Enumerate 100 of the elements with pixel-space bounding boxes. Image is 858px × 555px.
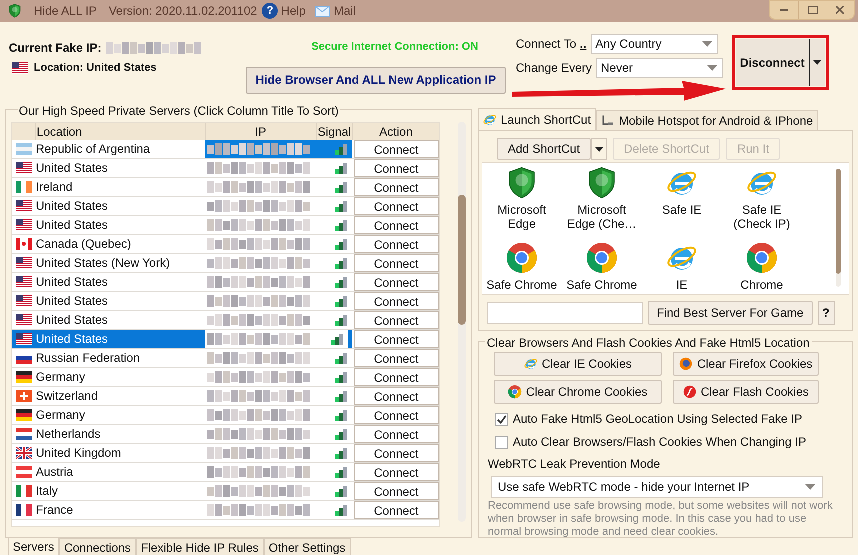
server-row[interactable]: Austria Connect xyxy=(12,463,440,482)
chrome-icon xyxy=(746,242,778,274)
shortcut-item[interactable]: Safe IE (Check IP) xyxy=(722,167,802,231)
country-select[interactable]: Any Country xyxy=(590,34,718,54)
location-cell-text: Republic of Argentina xyxy=(36,141,150,158)
server-row[interactable]: Germany Connect xyxy=(12,406,440,425)
location-cell-text: Austria xyxy=(36,464,74,481)
tab[interactable]: Connections xyxy=(59,538,136,555)
server-row[interactable]: Canada (Quebec) Connect xyxy=(12,235,440,254)
connect-button[interactable]: Connect xyxy=(354,425,440,443)
connect-button[interactable]: Connect xyxy=(354,216,440,234)
location-cell-text: Netherlands xyxy=(36,426,101,443)
tab[interactable]: Flexible Hide IP Rules xyxy=(136,538,264,555)
server-row[interactable]: United Kingdom Connect xyxy=(12,444,440,463)
flag-icon xyxy=(16,371,32,383)
shortcut-item[interactable]: Microsoft Edge (Che… xyxy=(562,167,642,231)
clear-cookies-button[interactable]: Clear Flash Cookies xyxy=(673,380,819,404)
server-row[interactable]: United States Connect xyxy=(12,216,440,235)
connect-button[interactable]: Connect xyxy=(354,140,440,158)
location-cell-text: Italy xyxy=(36,483,58,500)
signal-icon xyxy=(334,409,348,421)
clear-cookies-button[interactable]: Clear IE Cookies xyxy=(494,352,662,376)
connect-button[interactable]: Connect xyxy=(354,349,440,367)
help-button[interactable]: ? xyxy=(818,301,835,325)
hotspot-icon xyxy=(601,114,616,128)
server-row[interactable]: Ireland Connect xyxy=(12,178,440,197)
disconnect-button[interactable]: Disconnect xyxy=(736,39,825,86)
server-row[interactable]: Republic of Argentina Connect xyxy=(12,140,440,159)
shortcut-item[interactable]: IE xyxy=(642,242,722,292)
connect-button[interactable]: Connect xyxy=(354,292,440,310)
column-header[interactable]: Action xyxy=(353,123,439,140)
server-row[interactable]: United States Connect xyxy=(12,311,440,330)
find-server-button[interactable]: Find Best Server For Game xyxy=(648,301,813,325)
checkbox[interactable] xyxy=(495,436,508,448)
game-search-field[interactable] xyxy=(487,302,643,324)
location-cell-text: United States xyxy=(36,331,108,348)
server-row[interactable]: Germany Connect xyxy=(12,368,440,387)
server-row[interactable]: United States (New York) Connect xyxy=(12,254,440,273)
connect-button[interactable]: Connect xyxy=(354,178,440,196)
help-link[interactable]: Help xyxy=(281,2,306,20)
signal-icon xyxy=(334,143,348,155)
server-row[interactable]: United States Connect xyxy=(12,273,440,292)
connect-button[interactable]: Connect xyxy=(354,406,440,424)
location-text: Location: United States xyxy=(34,61,157,76)
shortcut-item[interactable]: Safe Chrome xyxy=(562,242,642,292)
server-row[interactable]: France Connect xyxy=(12,501,440,520)
caret-icon xyxy=(707,65,718,71)
checkbox[interactable] xyxy=(495,412,508,426)
interval-select[interactable]: Never xyxy=(596,58,723,78)
connect-button[interactable]: Connect xyxy=(354,330,440,348)
connect-button[interactable]: Connect xyxy=(354,254,440,272)
dropdown-button[interactable] xyxy=(591,138,608,160)
connect-button[interactable]: Connect xyxy=(354,311,440,329)
close-icon[interactable] xyxy=(836,6,844,14)
server-row[interactable]: Netherlands Connect xyxy=(12,425,440,444)
shortcut-item[interactable]: Safe Chrome xyxy=(482,242,562,292)
shortcut-item[interactable]: Chrome xyxy=(722,242,802,292)
connect-button[interactable]: Connect xyxy=(354,197,440,215)
toolbar-button[interactable]: Add ShortCut xyxy=(497,138,592,160)
location-cell-text: Germany xyxy=(36,369,86,386)
maximize-icon[interactable] xyxy=(808,6,818,14)
tab[interactable]: Launch ShortCut xyxy=(478,108,596,130)
mail-icon xyxy=(314,6,330,16)
connect-button[interactable]: Connect xyxy=(354,482,440,500)
connect-button[interactable]: Connect xyxy=(354,444,440,462)
hide-ip-button[interactable]: Hide Browser And ALL New Application IP xyxy=(246,66,506,94)
flag-icon xyxy=(16,447,32,459)
shortcut-item[interactable]: Safe IE xyxy=(642,167,722,217)
tab[interactable]: Servers xyxy=(8,538,60,555)
chrome-icon xyxy=(508,385,522,399)
connect-button[interactable]: Connect xyxy=(354,159,440,177)
connect-to-link[interactable]: .. xyxy=(580,35,587,53)
flag-icon xyxy=(16,238,32,250)
clear-cookies-button[interactable]: Clear Chrome Cookies xyxy=(494,380,662,404)
minimize-icon[interactable] xyxy=(780,9,788,11)
webrtc-select[interactable]: Use safe WebRTC mode - hide your Internet IP xyxy=(491,476,823,498)
tab[interactable]: Mobile Hotspot for Android & IPhone xyxy=(596,110,818,130)
connect-button[interactable]: Connect xyxy=(354,368,440,386)
server-row[interactable]: Italy Connect xyxy=(12,482,440,501)
location-cell-text: Switzerland xyxy=(36,388,98,405)
server-row[interactable]: United States Connect xyxy=(12,292,440,311)
clear-cookies-button[interactable]: Clear Firefox Cookies xyxy=(673,352,819,376)
connect-button[interactable]: Connect xyxy=(354,273,440,291)
server-row[interactable]: United States Connect xyxy=(12,330,440,349)
caret-icon xyxy=(813,60,822,65)
connect-button[interactable]: Connect xyxy=(354,501,440,519)
server-row[interactable]: United States Connect xyxy=(12,159,440,178)
flag-icon xyxy=(16,390,32,402)
tab[interactable]: Other Settings xyxy=(264,538,351,555)
mail-link[interactable]: Mail xyxy=(334,2,356,20)
connect-button[interactable]: Connect xyxy=(354,463,440,481)
flag-icon xyxy=(16,162,32,174)
connect-button[interactable]: Connect xyxy=(354,387,440,405)
connect-button[interactable]: Connect xyxy=(354,235,440,253)
signal-icon xyxy=(334,466,348,478)
server-row[interactable]: United States Connect xyxy=(12,197,440,216)
firefox-icon xyxy=(679,357,694,371)
shortcut-item[interactable]: Microsoft Edge xyxy=(482,167,562,231)
server-row[interactable]: Switzerland Connect xyxy=(12,387,440,406)
server-row[interactable]: Russian Federation Connect xyxy=(12,349,440,368)
